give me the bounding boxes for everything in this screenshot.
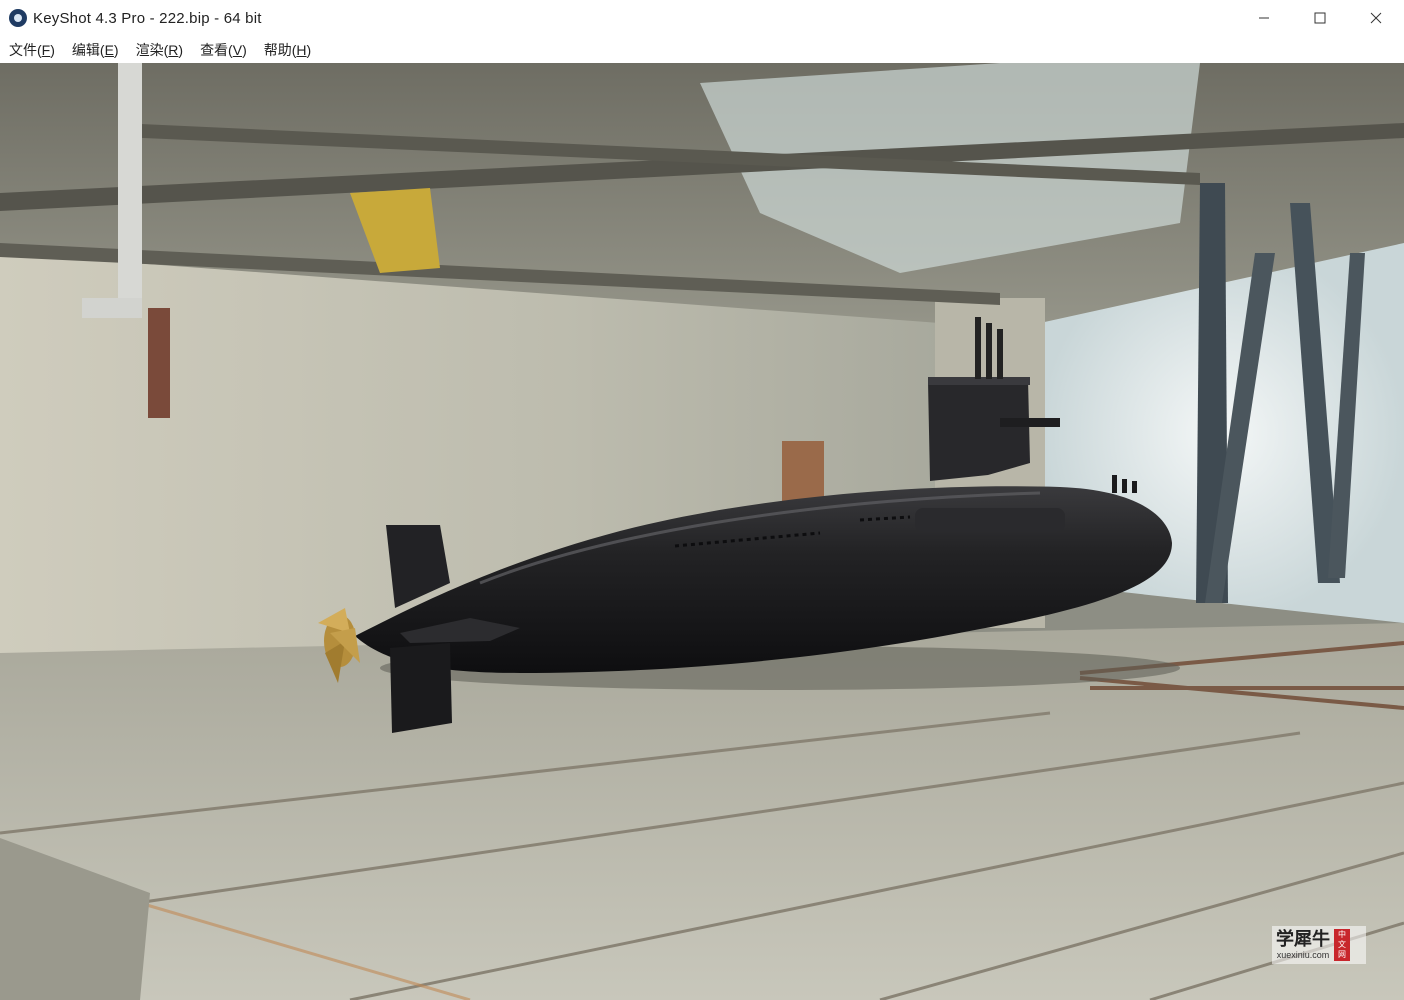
maximize-button[interactable] [1292,0,1348,36]
deck-hatch [915,508,1065,532]
menu-edit[interactable]: 编辑(E) [63,40,127,60]
title-bar: KeyShot 4.3 Pro - 222.bip - 64 bit [0,0,1404,36]
render-viewport[interactable]: 学犀牛 xuexiniu.com 中 文 网 [0,63,1404,1000]
rusty-pipe [148,308,170,418]
close-button[interactable] [1348,0,1404,36]
periscope [986,323,992,379]
window-controls [1236,0,1404,36]
seal-char: 中 [1338,930,1346,939]
sail-plane [1000,418,1060,427]
keyshot-app-icon [9,9,27,27]
seal-char: 网 [1338,950,1346,959]
maximize-icon [1314,12,1326,24]
menu-render[interactable]: 渲染(R) [127,40,191,60]
deck-vent [1132,481,1137,493]
menu-bar: 文件(F) 编辑(E) 渲染(R) 查看(V) 帮助(H) [0,36,1404,63]
render-scene [0,63,1404,1000]
lower-rudder [390,643,452,733]
watermark-text: 学犀牛 xuexiniu.com [1276,929,1330,961]
periscope [975,317,981,379]
watermark-title: 学犀牛 [1276,929,1330,950]
watermark-seal: 中 文 网 [1334,929,1350,961]
menu-file[interactable]: 文件(F) [0,40,63,60]
wall-door [782,441,824,501]
menu-view[interactable]: 查看(V) [191,40,255,60]
window-title: KeyShot 4.3 Pro - 222.bip - 64 bit [33,9,262,27]
deck-vent [1112,475,1117,493]
menu-help[interactable]: 帮助(H) [255,40,319,60]
seal-char: 文 [1338,940,1346,949]
mast [997,329,1003,379]
close-icon [1370,12,1382,24]
pipe [82,298,142,318]
minimize-icon [1259,17,1269,19]
watermark-logo: 学犀牛 xuexiniu.com 中 文 网 [1272,926,1366,964]
deck-vent [1122,479,1127,493]
conning-tower [928,379,1030,481]
watermark-url: xuexiniu.com [1276,950,1330,960]
minimize-button[interactable] [1236,0,1292,36]
pipe [118,63,142,313]
